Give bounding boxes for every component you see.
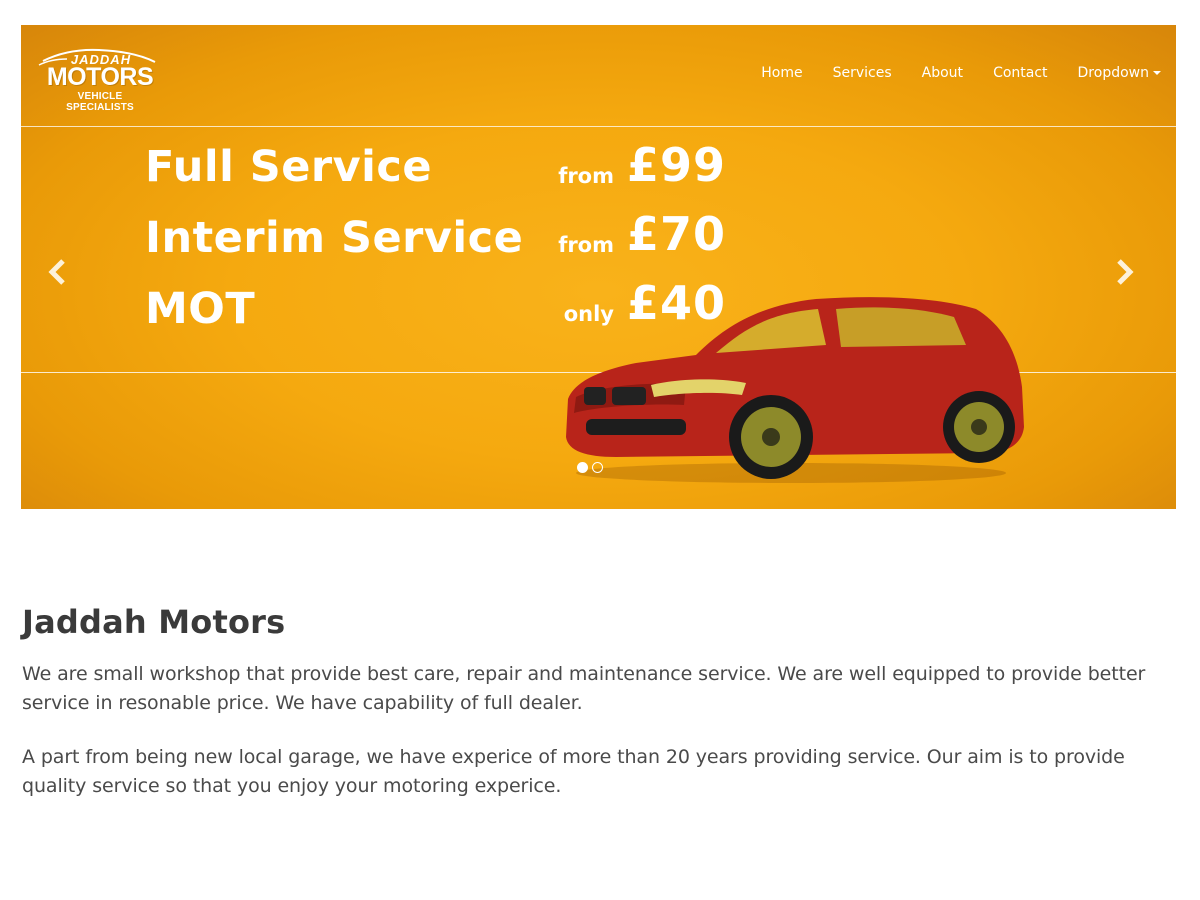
logo-tagline: VEHICLE SPECIALISTS (66, 91, 134, 113)
service-price-full: £99 (627, 138, 727, 192)
carousel-indicators (577, 462, 603, 473)
carousel-prev-button[interactable] (43, 257, 73, 287)
carousel-indicator-2[interactable] (592, 462, 603, 473)
carousel-next-button[interactable] (1109, 257, 1139, 287)
hero-carousel: JADDAH MOTORS VEHICLE SPECIALISTS Home S… (21, 25, 1176, 509)
service-qualifier-full: from (558, 164, 614, 188)
nav-about[interactable]: About (907, 65, 978, 81)
chevron-left-icon (48, 259, 65, 285)
service-name-interim: Interim Service (145, 213, 524, 263)
about-paragraph-1: We are small workshop that provide best … (22, 663, 1146, 714)
nav-services[interactable]: Services (818, 65, 907, 81)
nav-contact[interactable]: Contact (978, 65, 1062, 81)
about-section: Jaddah Motors We are small workshop that… (22, 603, 1172, 826)
service-name-mot: MOT (145, 284, 256, 334)
nav-dropdown-label: Dropdown (1077, 65, 1149, 81)
nav-dropdown[interactable]: Dropdown (1063, 65, 1176, 81)
brand-logo[interactable]: JADDAH MOTORS VEHICLE SPECIALISTS (37, 47, 161, 113)
nav-home[interactable]: Home (746, 65, 817, 81)
service-name-full: Full Service (145, 142, 433, 192)
chevron-right-icon (1117, 259, 1134, 285)
about-paragraph-2: A part from being new local garage, we h… (22, 746, 1125, 797)
navbar: JADDAH MOTORS VEHICLE SPECIALISTS Home S… (21, 25, 1176, 127)
logo-main-text: MOTORS (46, 63, 154, 91)
caret-down-icon (1153, 71, 1161, 75)
main-nav: Home Services About Contact Dropdown (746, 65, 1176, 81)
page-title: Jaddah Motors (22, 603, 286, 641)
service-price-interim: £70 (627, 207, 727, 261)
red-car-image (566, 297, 1024, 483)
carousel-indicator-1[interactable] (577, 462, 588, 473)
service-qualifier-interim: from (558, 233, 614, 257)
